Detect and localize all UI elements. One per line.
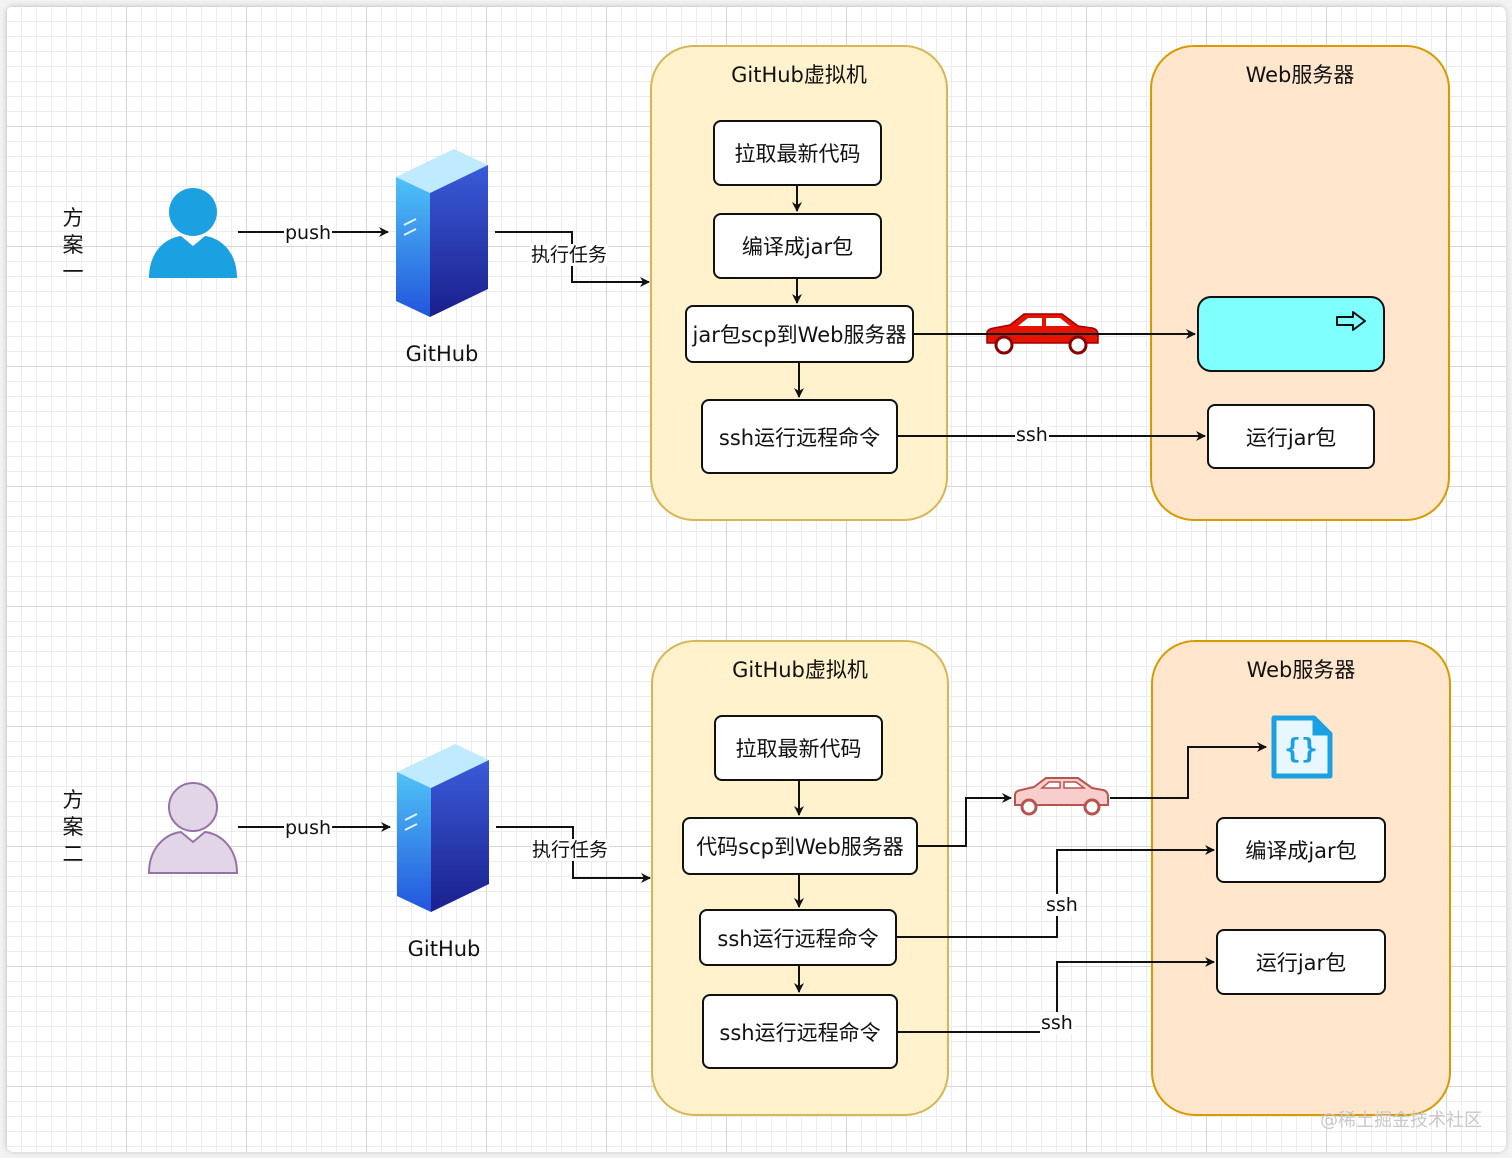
edge-scp-car-2 [918, 793, 1012, 847]
edge-car-file-2 [1110, 742, 1267, 799]
edge-label-ssh-2a: ssh [1045, 894, 1079, 916]
edge-label-ssh-1: ssh [1015, 424, 1049, 446]
edge-label-push-2: push [284, 817, 333, 839]
edge-label-task-2: 执行任务 [531, 839, 610, 861]
watermark: @稀土掘金技术社区 [1320, 1110, 1482, 1131]
edge-label-task-1: 执行任务 [530, 244, 609, 266]
edge-label-ssh-2b: ssh [1040, 1012, 1074, 1034]
connector-layer [238, 186, 1267, 1033]
edge-label-push-1: push [284, 222, 333, 244]
